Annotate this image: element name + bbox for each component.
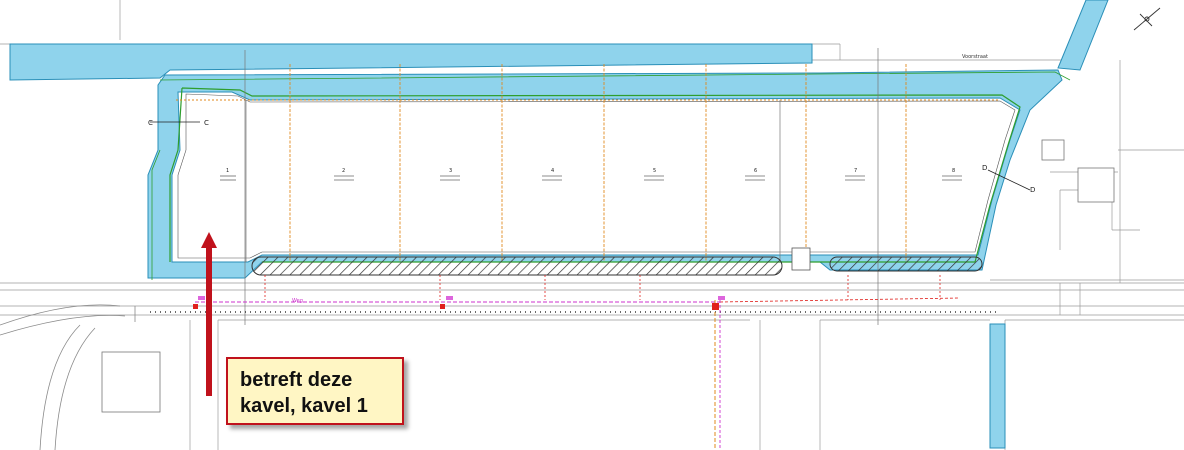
plot-number-7: 7 <box>854 168 857 174</box>
street-label-road: Weg <box>292 298 303 304</box>
plot-number-6: 6 <box>754 168 757 174</box>
plot-number-2: 2 <box>342 168 345 174</box>
plot-area <box>177 93 1016 259</box>
callout-line-2: kavel, kavel 1 <box>240 395 368 417</box>
north-arrow-icon <box>1133 7 1161 31</box>
callout-box: betreft deze kavel, kavel 1 <box>226 357 404 425</box>
plot-number-3: 3 <box>449 168 452 174</box>
section-c-right: C <box>204 119 209 127</box>
site-plan-drawing: C C D D 1 2 3 4 5 6 7 8 Voorstraat Weg <box>0 0 1184 450</box>
street-label-right: Voorstraat <box>962 54 988 60</box>
plot-number-4: 4 <box>551 168 554 174</box>
plot-number-1: 1 <box>226 168 229 174</box>
section-d-right: D <box>1030 186 1035 194</box>
section-c-left: C <box>148 119 153 127</box>
plot-number-8: 8 <box>952 168 955 174</box>
callout-line-1: betreft deze <box>240 369 353 391</box>
section-d-left: D <box>982 164 987 172</box>
plot-number-5: 5 <box>653 168 656 174</box>
